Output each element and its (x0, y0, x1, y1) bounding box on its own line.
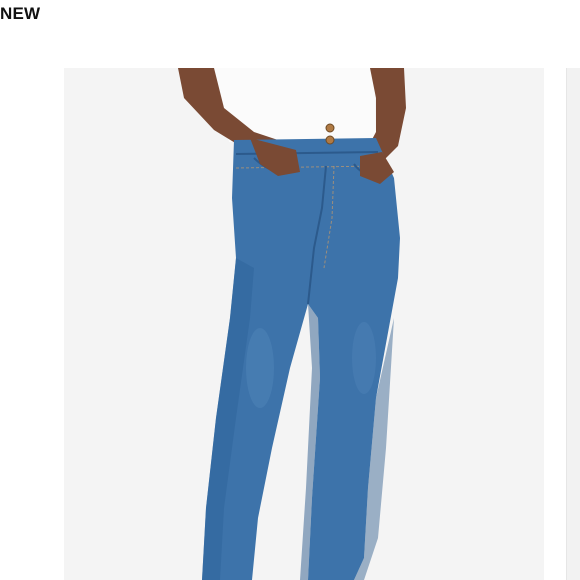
product-listing-card: NEW (0, 0, 580, 580)
button-bottom (325, 135, 335, 145)
new-badge: NEW (0, 4, 41, 23)
button-top (325, 123, 335, 133)
next-photo-peek[interactable] (566, 68, 580, 580)
jeans-illustration (64, 68, 544, 580)
product-photo[interactable] (64, 68, 544, 580)
